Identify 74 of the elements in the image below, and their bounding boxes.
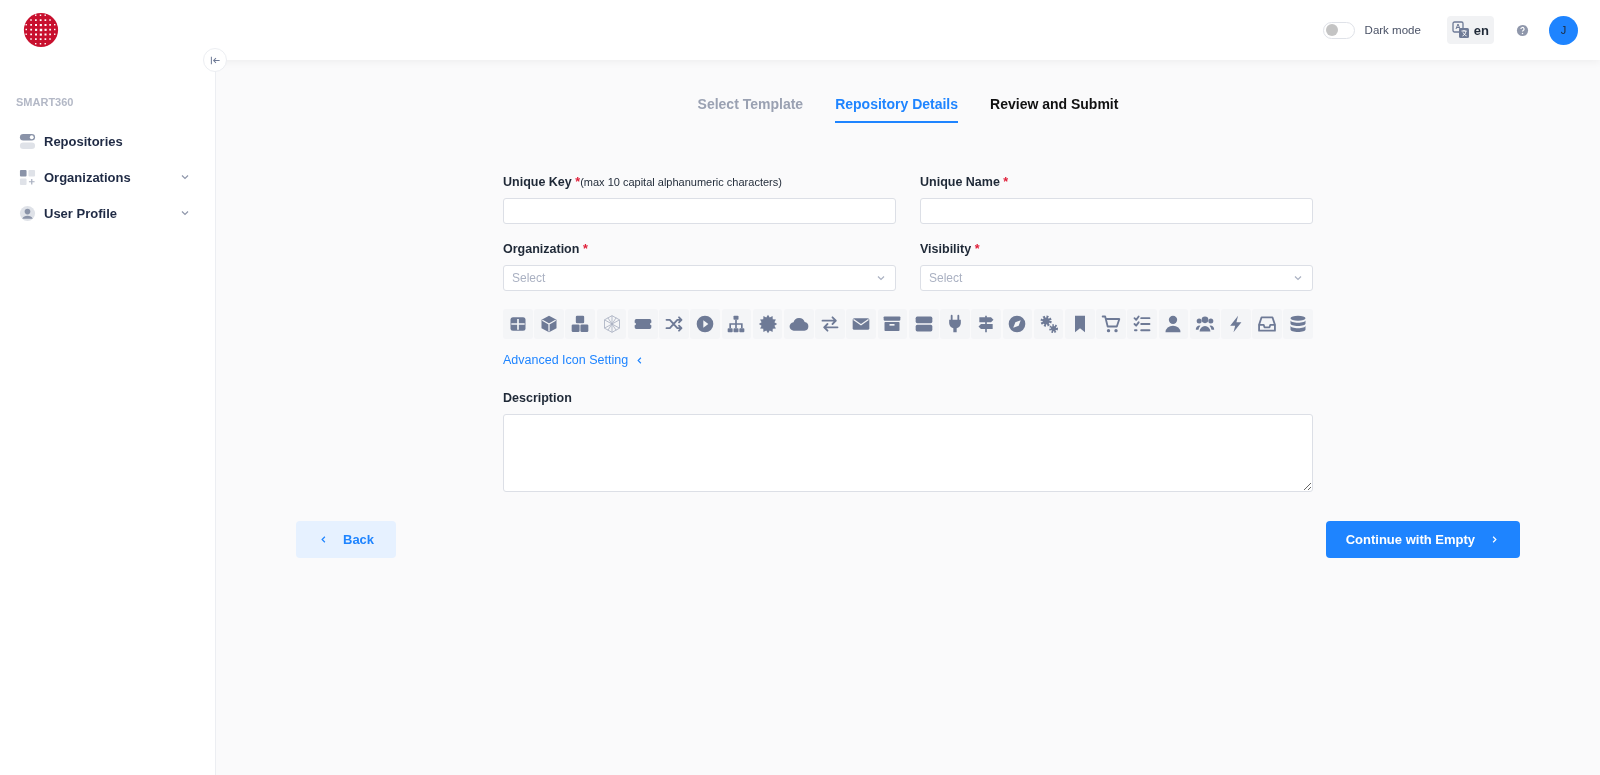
cart-icon — [1101, 314, 1121, 334]
apps-icon — [19, 168, 36, 186]
step-tab[interactable]: Select Template — [697, 96, 804, 123]
step-tab[interactable]: Repository Details — [835, 96, 959, 123]
icon-option[interactable] — [1096, 309, 1126, 339]
icon-option[interactable] — [659, 309, 689, 339]
continue-button[interactable]: Continue with Empty — [1325, 521, 1520, 558]
icon-option[interactable] — [1189, 309, 1220, 339]
icon-option[interactable] — [1002, 309, 1033, 339]
select-field[interactable]: Select — [503, 265, 896, 291]
gears-icon — [1038, 314, 1059, 334]
inbox-icon — [1257, 314, 1278, 334]
database-icon — [1288, 314, 1309, 334]
icon-option[interactable] — [1221, 309, 1251, 339]
checklist-icon — [1132, 314, 1153, 334]
archive-icon — [882, 314, 903, 334]
hexagon-icon — [601, 314, 622, 334]
back-button[interactable]: Back — [296, 521, 397, 558]
sidebar-section-title: SMART360 — [16, 96, 75, 108]
sitemap-icon — [726, 314, 747, 334]
icon-option[interactable] — [1033, 309, 1064, 339]
translate-icon — [1451, 21, 1470, 39]
dark-mode-label: Dark mode — [1364, 24, 1421, 36]
server-icon — [913, 314, 934, 334]
icon-option[interactable] — [752, 309, 783, 339]
field-label: Unique Name * — [920, 175, 1010, 189]
field-label: Description — [503, 391, 573, 405]
sidebar-item[interactable]: Repositories — [0, 123, 215, 159]
collapse-sidebar-button[interactable] — [203, 48, 227, 72]
dark-mode-toggle[interactable] — [1322, 21, 1355, 39]
toggles-icon — [19, 132, 36, 150]
help-icon[interactable] — [1516, 23, 1529, 37]
users-icon — [1194, 314, 1215, 334]
icon-option[interactable] — [627, 309, 658, 339]
icon-option[interactable] — [503, 309, 533, 339]
arrows-icon — [820, 314, 841, 334]
sidebar-item[interactable]: User Profile — [0, 195, 215, 231]
play-icon — [695, 314, 716, 334]
icon-option[interactable] — [1283, 309, 1314, 339]
globe-logo — [22, 11, 60, 49]
icon-option[interactable] — [940, 309, 970, 339]
select-field[interactable]: Select — [920, 265, 1313, 291]
field-label: Unique Key *(max 10 capital alphanumeric characters) — [503, 175, 783, 189]
icon-option[interactable] — [1158, 309, 1189, 339]
badge-icon — [757, 314, 778, 334]
user-circle-icon — [19, 204, 36, 222]
icon-option[interactable] — [1127, 309, 1158, 339]
icon-option[interactable] — [565, 309, 596, 339]
sidebar-item[interactable]: Organizations — [0, 159, 215, 195]
text-input[interactable] — [503, 198, 896, 224]
icon-option[interactable] — [908, 309, 939, 339]
advanced-icon-setting-link[interactable]: Advanced Icon Setting — [503, 353, 646, 367]
icon-option[interactable] — [1252, 309, 1282, 339]
description-input[interactable] — [503, 414, 1313, 492]
icon-option[interactable] — [1064, 309, 1095, 339]
text-input[interactable] — [920, 198, 1313, 224]
cubes-icon — [570, 314, 591, 334]
language-button[interactable]: en — [1446, 16, 1494, 44]
compass-icon — [1007, 314, 1028, 334]
icon-option[interactable] — [877, 309, 908, 339]
field-label: Organization * — [503, 242, 589, 256]
user-avatar[interactable]: J — [1549, 15, 1578, 45]
cube-icon — [539, 314, 560, 334]
collapse-icon — [209, 54, 221, 66]
icon-option[interactable] — [846, 309, 877, 339]
shuffle-icon — [663, 314, 684, 334]
icon-option[interactable] — [815, 309, 845, 339]
icon-option[interactable] — [971, 309, 1001, 339]
step-tab[interactable]: Review and Submit — [990, 96, 1119, 123]
field-label: Visibility * — [920, 242, 981, 256]
icon-option[interactable] — [783, 309, 814, 339]
icon-option[interactable] — [721, 309, 752, 339]
icon-option[interactable] — [534, 309, 564, 339]
icon-option[interactable] — [690, 309, 721, 339]
